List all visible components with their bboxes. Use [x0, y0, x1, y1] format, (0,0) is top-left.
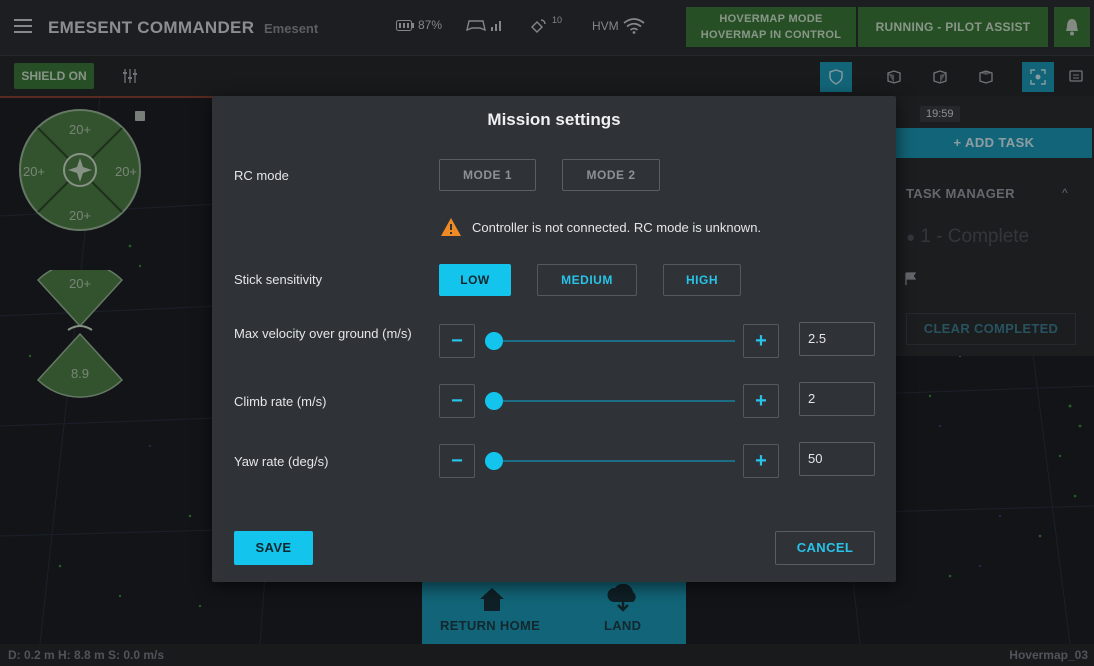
yaw-rate-knob[interactable] [485, 452, 503, 470]
max-velocity-decrement-button[interactable]: − [439, 324, 475, 358]
max-velocity-track[interactable] [487, 340, 735, 342]
climb-rate-input[interactable]: 2 [799, 382, 875, 416]
stick-low-button[interactable]: LOW [439, 264, 511, 296]
mission-settings-dialog: Mission settings RC mode MODE 1 MODE 2 C… [212, 96, 896, 582]
rc-mode-2-button[interactable]: MODE 2 [562, 159, 660, 191]
climb-rate-track[interactable] [487, 400, 735, 402]
warning-icon [441, 218, 461, 236]
max-velocity-increment-button[interactable]: + [743, 324, 779, 358]
climb-rate-knob[interactable] [485, 392, 503, 410]
max-velocity-label: Max velocity over ground (m/s) [234, 326, 412, 341]
climb-rate-label: Climb rate (m/s) [234, 394, 327, 409]
rc-mode-1-button[interactable]: MODE 1 [439, 159, 536, 191]
stick-sensitivity-label: Stick sensitivity [234, 272, 323, 287]
yaw-rate-label: Yaw rate (deg/s) [234, 454, 329, 469]
max-velocity-input[interactable]: 2.5 [799, 322, 875, 356]
controller-warning: Controller is not connected. RC mode is … [440, 217, 761, 237]
dialog-title: Mission settings [487, 110, 621, 129]
climb-rate-decrement-button[interactable]: − [439, 384, 475, 418]
yaw-rate-increment-button[interactable]: + [743, 444, 779, 478]
cancel-button[interactable]: CANCEL [775, 531, 875, 565]
climb-rate-slider: − + 2 [439, 382, 875, 418]
rc-mode-label: RC mode [234, 168, 289, 183]
max-velocity-knob[interactable] [485, 332, 503, 350]
yaw-rate-slider: − + 50 [439, 442, 875, 478]
stick-medium-button[interactable]: MEDIUM [537, 264, 637, 296]
yaw-rate-input[interactable]: 50 [799, 442, 875, 476]
yaw-rate-decrement-button[interactable]: − [439, 444, 475, 478]
warning-text: Controller is not connected. RC mode is … [472, 219, 762, 235]
max-velocity-slider: − + 2.5 [439, 322, 875, 358]
stick-high-button[interactable]: HIGH [663, 264, 741, 296]
climb-rate-increment-button[interactable]: + [743, 384, 779, 418]
save-button[interactable]: SAVE [234, 531, 313, 565]
yaw-rate-track[interactable] [487, 460, 735, 462]
